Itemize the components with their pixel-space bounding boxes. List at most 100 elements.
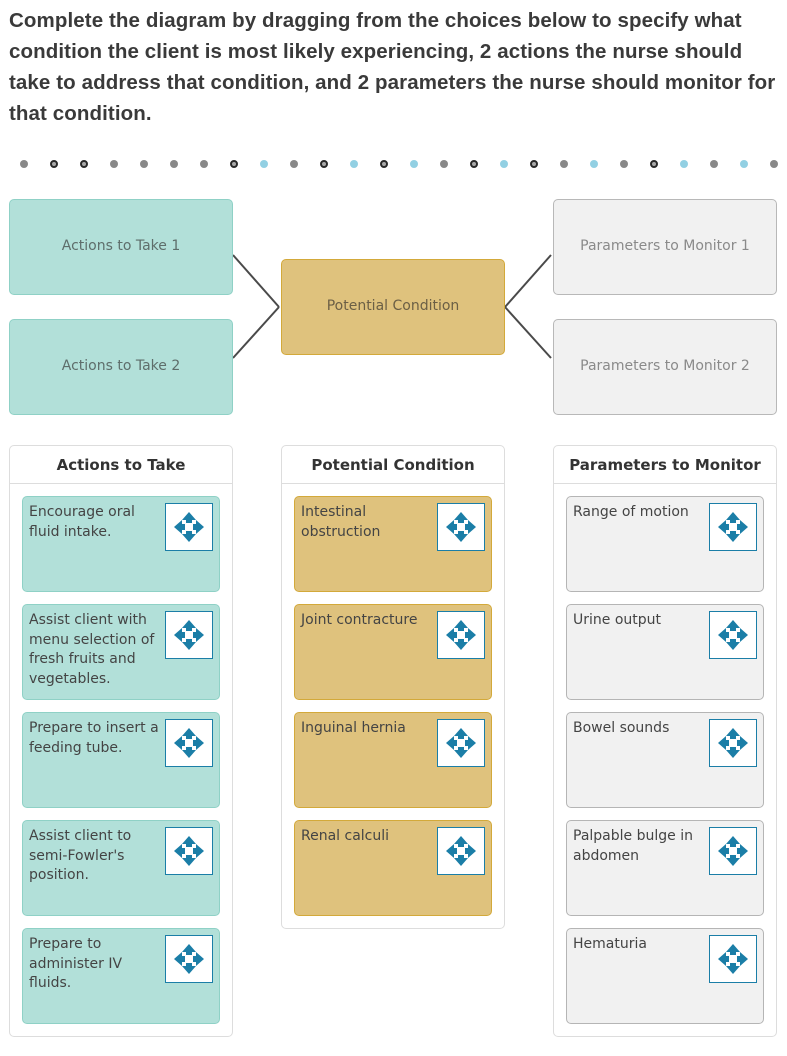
progress-dot-blue	[590, 160, 598, 168]
progress-dot-grey	[440, 160, 448, 168]
move-arrows-icon	[444, 618, 478, 652]
move-arrows-icon	[172, 942, 206, 976]
drag-handle[interactable]	[437, 719, 485, 767]
move-arrows-icon	[172, 510, 206, 544]
drag-handle[interactable]	[437, 503, 485, 551]
choice-label: Renal calculi	[301, 828, 390, 844]
drag-handle[interactable]	[709, 719, 757, 767]
condition-card[interactable]: Renal calculi	[294, 820, 492, 916]
drag-handle[interactable]	[709, 611, 757, 659]
drag-handle[interactable]	[165, 503, 213, 551]
choice-label: Hematuria	[573, 936, 647, 952]
choice-label: Urine output	[573, 612, 662, 628]
progress-dot-grey	[140, 160, 148, 168]
connector-line	[232, 254, 280, 308]
move-arrows-icon	[716, 834, 750, 868]
progress-dot-ring	[230, 160, 238, 168]
move-arrows-icon	[444, 726, 478, 760]
drag-handle[interactable]	[709, 503, 757, 551]
condition-card[interactable]: Inguinal hernia	[294, 712, 492, 808]
move-arrows-icon	[716, 726, 750, 760]
parameter-card[interactable]: Urine output	[566, 604, 764, 700]
condition-card[interactable]: Intestinal obstruction	[294, 496, 492, 592]
progress-dot-grey	[560, 160, 568, 168]
drag-handle[interactable]	[437, 827, 485, 875]
drop-zone-label: Parameters to Monitor 1	[580, 237, 750, 254]
drop-zone-parameters-2[interactable]: Parameters to Monitor 2	[553, 319, 777, 415]
progress-dot-grey	[290, 160, 298, 168]
parameter-card[interactable]: Range of motion	[566, 496, 764, 592]
actions-choices-panel: Actions to Take Encourage oral fluid int…	[9, 445, 233, 1037]
drop-zone-label: Actions to Take 1	[61, 237, 181, 254]
drag-drop-question: Complete the diagram by dragging from th…	[0, 0, 787, 1056]
progress-dot-blue	[350, 160, 358, 168]
action-card[interactable]: Prepare to administer IV fluids.	[22, 928, 220, 1024]
progress-dot-ring	[470, 160, 478, 168]
parameter-card[interactable]: Hematuria	[566, 928, 764, 1024]
progress-dot-blue	[740, 160, 748, 168]
drag-handle[interactable]	[709, 935, 757, 983]
progress-dot-blue	[680, 160, 688, 168]
choice-label: Prepare to administer IV fluids.	[29, 936, 123, 991]
drop-zone-actions-1[interactable]: Actions to Take 1	[9, 199, 233, 295]
drop-zone-label: Potential Condition	[326, 297, 460, 314]
connector-line	[504, 306, 552, 359]
choice-label: Palpable bulge in abdomen	[573, 828, 693, 864]
connector-line	[504, 254, 552, 308]
move-arrows-icon	[172, 618, 206, 652]
choice-label: Assist client to semi-Fowler's position.	[29, 828, 132, 883]
progress-dot-grey	[110, 160, 118, 168]
drop-zone-label: Actions to Take 2	[61, 357, 181, 374]
panel-title: Parameters to Monitor	[554, 446, 776, 484]
progress-dot-ring	[650, 160, 658, 168]
drop-zone-condition[interactable]: Potential Condition	[281, 259, 505, 355]
drop-zone-label: Parameters to Monitor 2	[580, 357, 750, 374]
move-arrows-icon	[716, 618, 750, 652]
parameter-card[interactable]: Bowel sounds	[566, 712, 764, 808]
progress-dot-grey	[20, 160, 28, 168]
move-arrows-icon	[172, 726, 206, 760]
move-arrows-icon	[444, 510, 478, 544]
choice-label: Intestinal obstruction	[301, 504, 381, 540]
parameter-card-list: Range of motion Urine output Bowel sounds P…	[554, 484, 776, 1036]
move-arrows-icon	[716, 510, 750, 544]
choice-label: Bowel sounds	[573, 720, 670, 736]
drop-zone-parameters-1[interactable]: Parameters to Monitor 1	[553, 199, 777, 295]
move-arrows-icon	[172, 834, 206, 868]
choice-label: Range of motion	[573, 504, 689, 520]
drag-handle[interactable]	[709, 827, 757, 875]
choice-label: Joint contracture	[301, 612, 418, 628]
condition-card-list: Intestinal obstruction Joint contracture I…	[282, 484, 504, 928]
action-card[interactable]: Encourage oral fluid intake.	[22, 496, 220, 592]
progress-dot-grey	[710, 160, 718, 168]
condition-card[interactable]: Joint contracture	[294, 604, 492, 700]
progress-dot-grey	[200, 160, 208, 168]
drag-handle[interactable]	[165, 935, 213, 983]
condition-choices-panel: Potential Condition Intestinal obstructi…	[281, 445, 505, 929]
drag-handle[interactable]	[165, 719, 213, 767]
drag-handle[interactable]	[165, 611, 213, 659]
drop-zone-actions-2[interactable]: Actions to Take 2	[9, 319, 233, 415]
progress-dot-ring	[530, 160, 538, 168]
drag-handle[interactable]	[165, 827, 213, 875]
progress-dot-ring	[80, 160, 88, 168]
action-card[interactable]: Prepare to insert a feeding tube.	[22, 712, 220, 808]
progress-dot-grey	[170, 160, 178, 168]
progress-dot-ring	[50, 160, 58, 168]
progress-dot-blue	[500, 160, 508, 168]
progress-dot-ring	[380, 160, 388, 168]
parameter-card[interactable]: Palpable bulge in abdomen	[566, 820, 764, 916]
move-arrows-icon	[716, 942, 750, 976]
progress-dot-ring	[320, 160, 328, 168]
action-card[interactable]: Assist client to semi-Fowler's position.	[22, 820, 220, 916]
progress-dot-blue	[410, 160, 418, 168]
progress-dot-grey	[770, 160, 778, 168]
question-prompt: Complete the diagram by dragging from th…	[9, 9, 776, 125]
choice-label: Inguinal hernia	[301, 720, 406, 736]
drag-handle[interactable]	[437, 611, 485, 659]
progress-dot-grey	[620, 160, 628, 168]
connector-line	[232, 306, 280, 359]
parameters-choices-panel: Parameters to Monitor Range of motion Uri…	[553, 445, 777, 1037]
action-card[interactable]: Assist client with menu selection of fre…	[22, 604, 220, 700]
progress-dot-blue	[260, 160, 268, 168]
